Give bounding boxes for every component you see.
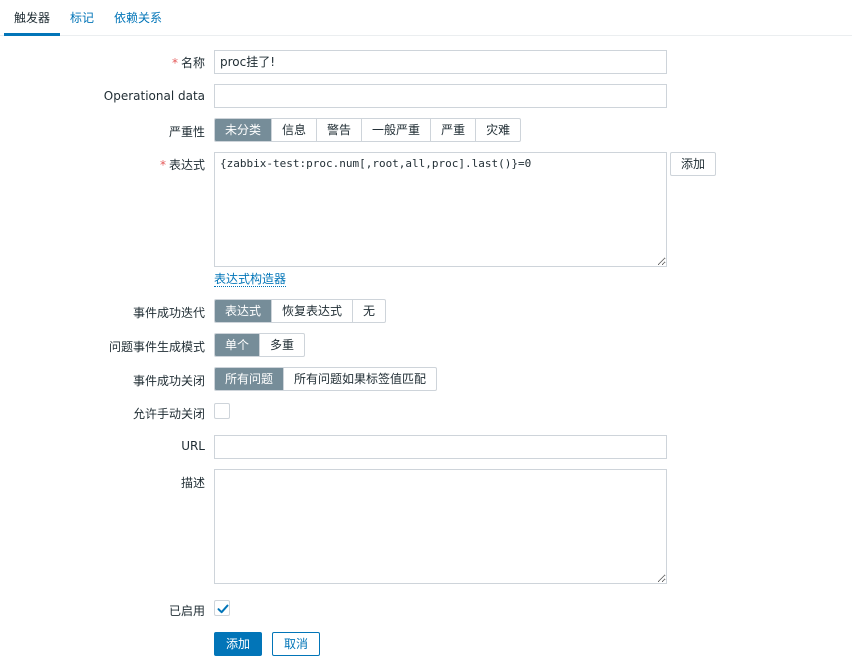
severity-high[interactable]: 严重 (431, 119, 477, 141)
required-asterisk: * (171, 56, 178, 70)
severity-warning[interactable]: 警告 (317, 119, 363, 141)
name-label: * 名称 (171, 56, 205, 70)
problem-event-mode-label: 问题事件生成模式 (108, 340, 205, 354)
closes-if-tag-match[interactable]: 所有问题如果标签值匹配 (284, 368, 436, 390)
ok-event-generation-label: 事件成功迭代 (132, 306, 205, 320)
severity-disaster[interactable]: 灾难 (476, 119, 520, 141)
closes-all-problems[interactable]: 所有问题 (215, 368, 285, 390)
severity-average[interactable]: 一般严重 (362, 119, 432, 141)
expression-textarea[interactable]: {zabbix-test:proc.num[,root,all,proc].la… (214, 152, 667, 267)
tab-trigger[interactable]: 触发器 (4, 0, 61, 36)
url-label: URL (181, 439, 205, 453)
problem-mode-multiple[interactable]: 多重 (260, 334, 304, 356)
trigger-form: * 名称 proc挂了! Operational data 严重性 未分类 信息 … (0, 36, 852, 671)
tab-dependencies[interactable]: 依赖关系 (104, 0, 172, 36)
operational-data-label: Operational data (103, 89, 205, 103)
description-textarea[interactable] (214, 469, 667, 584)
expression-label: * 表达式 (159, 158, 205, 172)
problem-event-mode-selector: 单个 多重 (214, 333, 306, 357)
add-button[interactable]: 添加 (214, 632, 263, 656)
required-asterisk: * (159, 158, 166, 172)
url-input[interactable] (214, 435, 667, 459)
severity-label: 严重性 (168, 125, 205, 139)
enabled-label: 已启用 (168, 604, 205, 618)
ok-event-recovery-expression[interactable]: 恢复表达式 (272, 300, 354, 322)
manual-close-label: 允许手动关闭 (132, 407, 205, 421)
problem-mode-single[interactable]: 单个 (215, 334, 261, 356)
name-input[interactable]: proc挂了! (214, 50, 667, 74)
manual-close-checkbox[interactable] (214, 403, 230, 419)
severity-not-classified[interactable]: 未分类 (215, 119, 273, 141)
enabled-checkbox[interactable] (214, 600, 230, 616)
tab-tags[interactable]: 标记 (60, 0, 104, 36)
severity-information[interactable]: 信息 (272, 119, 318, 141)
checkmark-icon (217, 604, 229, 614)
operational-data-input[interactable] (214, 84, 667, 108)
severity-selector: 未分类 信息 警告 一般严重 严重 灾难 (214, 118, 522, 142)
cancel-button[interactable]: 取消 (272, 632, 321, 656)
ok-event-none[interactable]: 无 (353, 300, 385, 322)
expression-constructor-link[interactable]: 表达式构造器 (214, 272, 287, 287)
tab-bar: 触发器 标记 依赖关系 (0, 0, 852, 36)
ok-event-generation-selector: 表达式 恢复表达式 无 (214, 299, 387, 323)
description-label: 描述 (180, 476, 205, 490)
ok-event-closes-label: 事件成功关闭 (132, 374, 205, 388)
ok-event-expression[interactable]: 表达式 (215, 300, 273, 322)
expression-add-button[interactable]: 添加 (670, 152, 717, 176)
ok-event-closes-selector: 所有问题 所有问题如果标签值匹配 (214, 367, 438, 391)
